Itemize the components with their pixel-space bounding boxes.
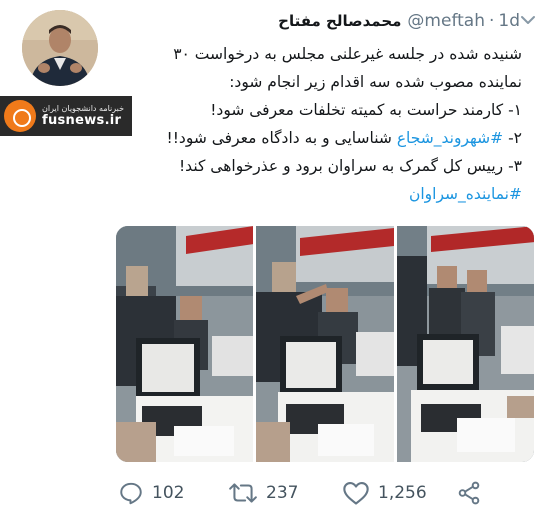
tweet-media[interactable] xyxy=(116,226,534,462)
tweet-line: ۳- رییس کل گمرک به سراوان برود و عذرخواه… xyxy=(178,157,522,175)
watermark-tagline: خبرنامه دانشجویان ایران xyxy=(42,104,125,113)
tweet-actions: 102 237 1,256 xyxy=(110,478,540,508)
tweet-line: نماینده مصوب شده سه اقدام زیر انجام شود: xyxy=(229,73,522,91)
line-suffix: شناسایی و به دادگاه معرفی شود!! xyxy=(166,129,397,147)
tweet-card: محمدصالح مفتاح @meftah · 1d شنیده شده در… xyxy=(0,0,550,523)
media-frame[interactable] xyxy=(116,226,254,462)
line-prefix: ۲- xyxy=(503,129,522,147)
like-action[interactable]: 1,256 xyxy=(342,478,427,508)
chevron-down-icon[interactable] xyxy=(518,10,538,30)
share-action[interactable] xyxy=(456,478,482,508)
share-icon[interactable] xyxy=(456,480,482,506)
avatar[interactable] xyxy=(22,10,98,86)
author-handle[interactable]: @meftah xyxy=(407,11,485,31)
watermark-logo-icon xyxy=(4,100,36,132)
tweet-line: ۱- کارمند حراست به کمیته تخلفات معرفی شو… xyxy=(210,101,522,119)
like-count: 1,256 xyxy=(378,483,427,503)
hashtag-link[interactable]: #شهروند_شجاع xyxy=(397,129,503,147)
hashtag-link[interactable]: #نماینده_سراوان xyxy=(110,180,522,208)
tweet-text: شنیده شده در جلسه غیرعلنی مجلس به درخواس… xyxy=(110,40,522,208)
tweet-line: شنیده شده در جلسه غیرعلنی مجلس به درخواس… xyxy=(173,45,522,63)
reply-count: 102 xyxy=(152,483,185,503)
tweet-header: محمدصالح مفتاح @meftah · 1d xyxy=(110,8,520,34)
reply-icon[interactable] xyxy=(118,480,144,506)
watermark: خبرنامه دانشجویان ایران fusnews.ir xyxy=(0,96,132,136)
tweet-timestamp[interactable]: 1d xyxy=(498,11,520,31)
author-name[interactable]: محمدصالح مفتاح xyxy=(278,12,401,30)
retweet-action[interactable]: 237 xyxy=(228,478,298,508)
media-frame[interactable] xyxy=(256,226,394,462)
like-icon[interactable] xyxy=(342,480,370,506)
retweet-count: 237 xyxy=(266,483,299,503)
watermark-site: fusnews.ir xyxy=(42,113,122,128)
retweet-icon[interactable] xyxy=(228,480,258,506)
media-frame[interactable] xyxy=(396,226,534,462)
separator-dot: · xyxy=(488,11,495,31)
reply-action[interactable]: 102 xyxy=(118,478,184,508)
tweet-line: ۲- #شهروند_شجاع شناسایی و به دادگاه معرف… xyxy=(110,124,522,152)
